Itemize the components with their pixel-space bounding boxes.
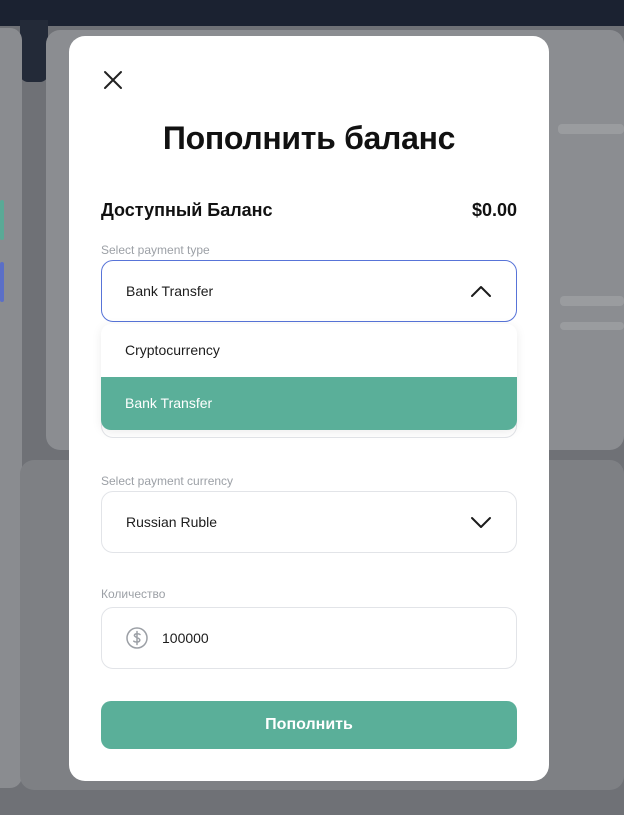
balance-value: $0.00 [471, 200, 517, 220]
payment-currency-label: Select payment currency [101, 474, 234, 488]
close-button[interactable] [101, 68, 125, 92]
option-bank-transfer[interactable]: Bank Transfer [101, 377, 517, 430]
payment-type-dropdown: Cryptocurrency Bank Transfer [101, 324, 517, 430]
background-text [558, 124, 624, 134]
chevron-down-icon [471, 517, 491, 528]
payment-type-value: Bank Transfer [126, 283, 214, 299]
background-text [560, 296, 624, 306]
payment-currency-value: Russian Ruble [126, 514, 218, 530]
modal-title: Пополнить баланс [162, 120, 456, 156]
payment-type-label: Select payment type [101, 243, 210, 257]
background-accent [0, 262, 4, 302]
close-icon [104, 71, 122, 89]
option-cryptocurrency[interactable]: Cryptocurrency [101, 324, 517, 377]
dollar-circle-icon [126, 627, 148, 649]
amount-input[interactable]: 100000 [101, 607, 517, 669]
submit-button[interactable]: Пополнить [101, 701, 517, 749]
payment-currency-select[interactable]: Russian Ruble [101, 491, 517, 553]
chevron-up-icon [471, 286, 491, 297]
amount-value: 100000 [162, 630, 209, 646]
top-up-modal: Пополнить баланс Доступный Баланс $0.00 … [69, 36, 549, 781]
balance-label: Доступный Баланс [101, 200, 273, 220]
background-sidebar [0, 28, 22, 788]
background-nav [20, 20, 48, 82]
background-accent [0, 200, 4, 240]
background-header [0, 0, 624, 26]
amount-label: Количество [101, 587, 166, 601]
payment-type-select[interactable]: Bank Transfer [101, 260, 517, 322]
background-text [560, 322, 624, 330]
